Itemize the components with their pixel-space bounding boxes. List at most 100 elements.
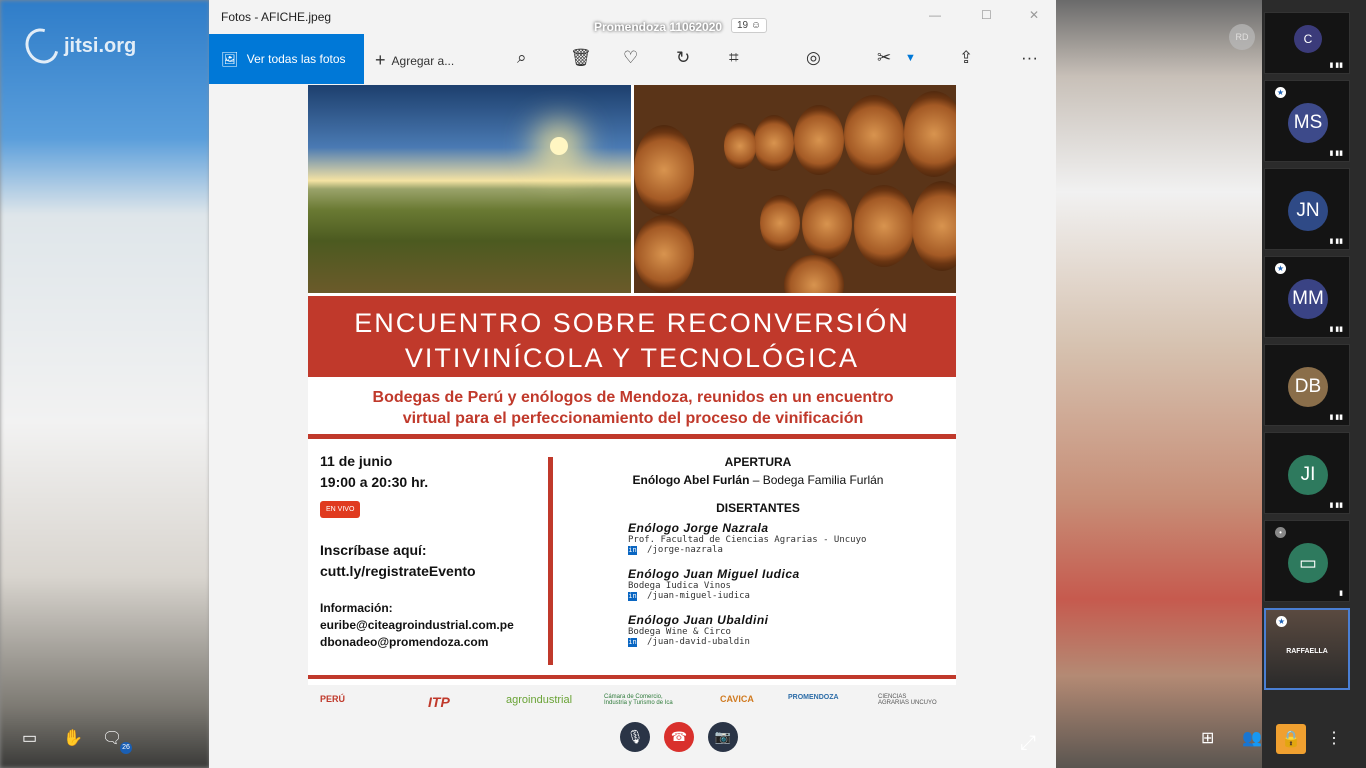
jitsi-logo[interactable]: jitsi.org — [19, 22, 136, 70]
picture-icon: 🖼 — [221, 50, 239, 67]
security-button[interactable]: 🔒 — [1276, 724, 1306, 754]
poster-title-band: ENCUENTRO SOBRE RECONVERSIÓN VITIVINÍCOL… — [308, 296, 956, 377]
rotate-icon[interactable]: ↻ — [676, 48, 690, 68]
sponsor-logo: CAVICA — [720, 694, 754, 704]
right-background-blur — [1056, 0, 1262, 768]
share-icon[interactable]: ⇪ — [959, 48, 973, 68]
contact-email-2: dbonadeo@promendoza.com — [320, 635, 489, 649]
camera-off-button[interactable]: 📷 — [708, 722, 738, 752]
tile-view-button[interactable]: ⊞ — [1201, 728, 1214, 748]
muted-icon: • — [1275, 527, 1286, 538]
photos-toolbar: 🖼 Ver todas las fotos + Agregar a... ⌕ 🗑… — [209, 34, 1056, 84]
fullscreen-icon[interactable]: ⤢ — [1020, 732, 1036, 755]
sponsor-logo: PROMENDOZA — [788, 694, 839, 701]
more-actions-button[interactable]: ⋮ — [1326, 728, 1342, 748]
favorite-icon[interactable]: ♡ — [623, 48, 638, 68]
sponsor-logo: Cámara de Comercio, Industria y Turismo … — [604, 694, 673, 706]
signal-icon: ▮ ▮▮ — [1329, 502, 1343, 509]
live-badge: EN VIVO — [320, 501, 361, 518]
barrels-photo — [634, 85, 956, 293]
close-icon[interactable]: ✕ — [1029, 8, 1039, 22]
chat-button[interactable]: 🗨 — [102, 728, 122, 748]
sponsor-logo: agroindustrial — [506, 694, 573, 706]
microphone-muted-button[interactable]: 🎙 — [620, 722, 650, 752]
opening-heading: APERTURA — [724, 455, 792, 469]
info-label: Información: — [320, 601, 393, 615]
sponsor-logo: CIENCIAS AGRARIAS UNCUYO — [878, 694, 937, 706]
zoom-icon[interactable]: ⌕ — [517, 48, 527, 68]
hangup-button[interactable]: ☎ — [664, 722, 694, 752]
sponsor-logo: PERÚ — [320, 694, 346, 704]
minimize-icon[interactable]: — — [929, 8, 941, 22]
participant-name: RAFFAELLA — [1286, 648, 1328, 655]
speaker-item: Enólogo Juan Ubaldini Bodega Wine & Circ… — [628, 613, 769, 647]
participant-tile[interactable]: DB ▮ ▮▮ — [1264, 344, 1350, 426]
see-all-photos-button[interactable]: 🖼 Ver todas las fotos — [209, 34, 364, 84]
signal-icon: ▮ ▮▮ — [1329, 414, 1343, 421]
avatar: DB — [1288, 367, 1328, 407]
participant-tile[interactable]: • ▭ ▮ — [1264, 520, 1350, 602]
poster-title-line1: ENCUENTRO SOBRE RECONVERSIÓN — [354, 308, 910, 338]
speakers-panel: APERTURA Enólogo Abel Furlán – Bodega Fa… — [568, 455, 948, 647]
register-label: Inscríbase aquí: — [320, 542, 427, 558]
vineyard-photo — [308, 85, 631, 293]
moderator-icon: ★ — [1275, 87, 1286, 98]
left-background-blur — [0, 0, 210, 768]
call-controls: 🎙 ☎ 📷 — [620, 722, 738, 752]
maximize-icon[interactable]: ☐ — [981, 8, 992, 22]
filmstrip: C ▮ ▮▮ ★ MS ▮ ▮▮ JN ▮ ▮▮ ★ MM ▮ ▮▮ DB ▮ … — [1264, 12, 1350, 696]
edit-icon[interactable]: ✂ — [877, 48, 891, 68]
participant-tile-active[interactable]: ★ RAFFAELLA — [1264, 608, 1350, 690]
photos-window: Fotos - AFICHE.jpeg Promendoza 11062020 … — [209, 0, 1056, 768]
linkedin-icon: in — [628, 638, 637, 647]
enhance-icon[interactable]: ◎ — [806, 48, 821, 68]
event-time: 19:00 a 20:30 hr. — [320, 474, 429, 490]
plus-icon: + — [375, 50, 386, 70]
participant-tile[interactable]: ★ MM ▮ ▮▮ — [1264, 256, 1350, 338]
contact-email-1: euribe@citeagroindustrial.com.pe — [320, 618, 514, 632]
chat-unread-badge: 26 — [120, 742, 132, 754]
meeting-title: Promendoza 11062020 — [594, 20, 723, 34]
speaker-item: Enólogo Jorge Nazrala Prof. Facultad de … — [628, 521, 867, 555]
avatar: MS — [1288, 103, 1328, 143]
chevron-down-icon[interactable]: ▼ — [905, 52, 916, 64]
more-options-button[interactable]: ··· — [1021, 48, 1038, 68]
add-to-button[interactable]: + Agregar a... — [375, 50, 454, 71]
participant-count-badge[interactable]: 19 ☺ — [731, 18, 768, 33]
signal-icon: ▮ ▮▮ — [1329, 150, 1343, 157]
screen-share-icon: ▭ — [1288, 543, 1328, 583]
register-url: cutt.ly/registrateEvento — [320, 563, 476, 579]
screen-share-button[interactable]: ▭ — [22, 728, 37, 748]
lock-icon: 🔒 — [1281, 731, 1301, 748]
signal-icon: ▮ ▮▮ — [1329, 238, 1343, 245]
signal-icon: ▮ — [1339, 590, 1343, 597]
linkedin-icon: in — [628, 592, 637, 601]
avatar: C — [1294, 25, 1322, 53]
signal-icon: ▮ ▮▮ — [1329, 62, 1343, 69]
vertical-divider — [548, 457, 553, 665]
speaker-item: Enólogo Juan Miguel Iudica Bodega Iudica… — [628, 567, 800, 601]
event-date: 11 de junio — [320, 453, 393, 469]
moderator-avatar[interactable]: RD — [1229, 24, 1255, 50]
jitsi-mark-icon — [19, 22, 65, 70]
participant-tile[interactable]: JI ▮ ▮▮ — [1264, 432, 1350, 514]
invite-button[interactable]: 👥 — [1242, 728, 1262, 748]
participant-tile[interactable]: C ▮ ▮▮ — [1264, 12, 1350, 74]
raise-hand-button[interactable]: ✋ — [63, 728, 83, 748]
window-title: Fotos - AFICHE.jpeg — [221, 10, 332, 24]
speakers-heading: DISERTANTES — [716, 501, 800, 515]
avatar: JI — [1288, 455, 1328, 495]
divider — [308, 675, 956, 679]
delete-icon[interactable]: 🗑 — [570, 48, 592, 68]
signal-icon: ▮ ▮▮ — [1329, 326, 1343, 333]
poster-title-line2: VITIVINÍCOLA Y TECNOLÓGICA — [404, 343, 860, 373]
opening-line: Enólogo Abel Furlán – Bodega Familia Fur… — [632, 473, 884, 487]
avatar: MM — [1288, 279, 1328, 319]
divider — [308, 434, 956, 439]
moderator-icon: ★ — [1276, 616, 1287, 627]
participant-tile[interactable]: ★ MS ▮ ▮▮ — [1264, 80, 1350, 162]
linkedin-icon: in — [628, 546, 637, 555]
participant-tile[interactable]: JN ▮ ▮▮ — [1264, 168, 1350, 250]
poster-subtitle: Bodegas de Perú y enólogos de Mendoza, r… — [372, 389, 894, 427]
crop-icon[interactable]: ⌗ — [729, 48, 739, 68]
